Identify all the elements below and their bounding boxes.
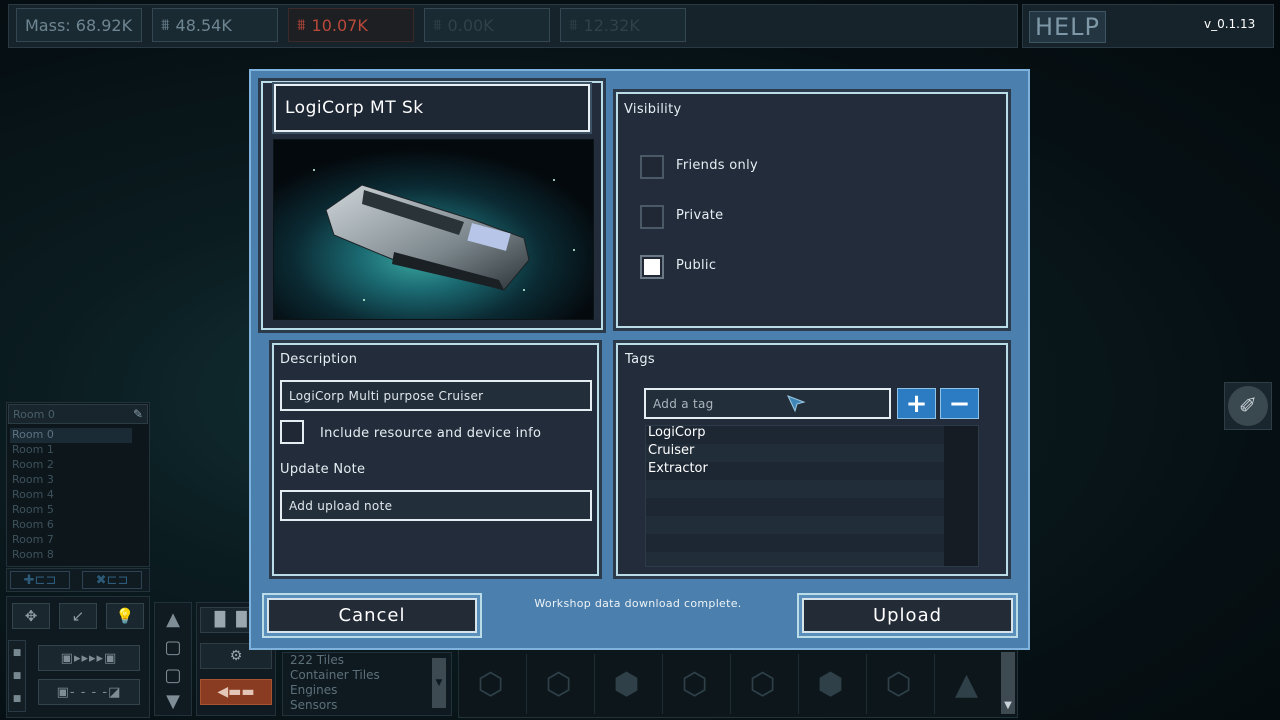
list-item[interactable]: Sensors bbox=[283, 698, 451, 713]
room-list-item[interactable]: Room 3 bbox=[10, 473, 146, 488]
status-message: Workshop data download complete. bbox=[534, 597, 742, 610]
upload-button[interactable]: Upload bbox=[802, 598, 1013, 633]
scroll-down-icon[interactable]: ▼ bbox=[158, 689, 188, 713]
resource-readout-1: ⩩ 48.54K bbox=[152, 8, 278, 42]
private-checkbox[interactable] bbox=[640, 205, 664, 229]
room-list-item[interactable]: Room 0 bbox=[10, 428, 132, 443]
room-list-item[interactable]: Room 8 bbox=[10, 548, 146, 563]
list-item[interactable]: 222 Tiles bbox=[283, 653, 451, 668]
list-item[interactable]: Container Tiles bbox=[283, 668, 451, 683]
ore-icon: ⩩ bbox=[161, 15, 170, 34]
scroll-up-icon[interactable]: ▲ bbox=[158, 607, 188, 631]
rotate-tool-icon[interactable]: ↙ bbox=[59, 603, 97, 629]
description-field[interactable]: LogiCorp Multi purpose Cruiser bbox=[280, 380, 592, 411]
side-toggle-icon[interactable]: ■ ■ ■ bbox=[8, 640, 26, 712]
room-list-item[interactable]: Room 6 bbox=[10, 518, 146, 533]
friends-only-label: Friends only bbox=[676, 158, 758, 173]
tag-list-scrollbar[interactable] bbox=[944, 426, 978, 566]
resource-readout-3: ⩩ 0.00K bbox=[424, 8, 550, 42]
tile-cube-icon[interactable]: ⬡ bbox=[866, 654, 930, 714]
resource-value-1: 48.54K bbox=[175, 15, 232, 35]
description-panel bbox=[272, 343, 599, 576]
resource-readout-2: ⩩ 10.07K bbox=[288, 8, 414, 42]
resource-value-3: 0.00K bbox=[447, 15, 494, 35]
checkbox-fill bbox=[644, 259, 660, 275]
ship-preview-image bbox=[273, 139, 594, 320]
tag-item[interactable]: Extractor bbox=[648, 461, 708, 476]
mass-readout: Mass: 68.92K bbox=[16, 8, 142, 42]
public-checkbox[interactable] bbox=[640, 255, 664, 279]
frame-icon[interactable]: ▢ bbox=[158, 663, 188, 687]
description-title: Description bbox=[280, 352, 358, 367]
cursor-glyph bbox=[787, 395, 806, 413]
resource-value-2: 10.07K bbox=[311, 15, 368, 35]
list-scrollbar[interactable]: ▼ bbox=[432, 658, 446, 708]
friends-only-checkbox[interactable] bbox=[640, 155, 664, 179]
grid-scrollbar[interactable]: ▼ bbox=[1001, 652, 1015, 714]
include-info-checkbox[interactable] bbox=[280, 420, 304, 444]
tags-title: Tags bbox=[625, 352, 655, 367]
ore-icon: ⩩ bbox=[433, 15, 442, 34]
room-name-field[interactable]: Room 0 bbox=[8, 404, 148, 424]
frame-icon[interactable]: ▢ bbox=[158, 635, 188, 659]
ship-name-field[interactable]: LogiCorp MT Sk bbox=[274, 84, 590, 132]
tile-cube-icon[interactable]: ⬡ bbox=[730, 654, 794, 714]
tile-cube-icon[interactable]: ⬢ bbox=[798, 654, 862, 714]
ship-preview-art bbox=[274, 140, 593, 319]
visibility-title: Visibility bbox=[624, 102, 682, 117]
pencil-icon[interactable]: ✎ bbox=[129, 404, 147, 424]
add-tag-button[interactable]: + bbox=[897, 388, 936, 419]
brush-icon[interactable]: ✐ bbox=[1228, 386, 1268, 426]
tile-cube-icon[interactable]: ⬢ bbox=[594, 654, 658, 714]
update-note-title: Update Note bbox=[280, 462, 366, 477]
cursor-icon bbox=[786, 394, 806, 414]
cancel-button[interactable]: Cancel bbox=[267, 598, 477, 633]
move-tool-icon[interactable]: ✥ bbox=[12, 603, 50, 629]
room-list: Room 0 Room 1 Room 2 Room 3 Room 4 Room … bbox=[10, 428, 146, 563]
remove-tag-button[interactable]: − bbox=[940, 388, 979, 419]
tile-category-list: 222 Tiles Container Tiles Engines Sensor… bbox=[282, 652, 452, 716]
public-label: Public bbox=[676, 258, 717, 273]
room-list-item[interactable]: Room 2 bbox=[10, 458, 146, 473]
room-list-item[interactable]: Room 5 bbox=[10, 503, 146, 518]
add-room-button[interactable]: ✚⊏⊐ bbox=[10, 571, 70, 589]
room-list-item[interactable]: Room 7 bbox=[10, 533, 146, 548]
visibility-panel bbox=[616, 92, 1008, 328]
list-item[interactable]: Engines bbox=[283, 683, 451, 698]
remove-room-button[interactable]: ✖⊏⊐ bbox=[82, 571, 142, 589]
tag-list bbox=[645, 425, 979, 567]
ore-icon: ⩩ bbox=[569, 15, 578, 34]
version-label: v_0.1.13 bbox=[1204, 17, 1256, 31]
ore-icon: ⩩ bbox=[297, 15, 306, 34]
link-tool-icon[interactable]: ▣- - - -◪ bbox=[38, 679, 140, 705]
tile-cube-icon[interactable]: ⬡ bbox=[526, 654, 590, 714]
include-info-label: Include resource and device info bbox=[320, 426, 542, 441]
tag-item[interactable]: LogiCorp bbox=[648, 425, 705, 440]
update-note-field[interactable]: Add upload note bbox=[280, 490, 592, 521]
tag-input-placeholder: Add a tag bbox=[653, 396, 714, 411]
tile-cube-icon[interactable]: ⬡ bbox=[458, 654, 522, 714]
resource-readout-4: ⩩ 12.32K bbox=[560, 8, 686, 42]
light-tool-icon[interactable]: 💡 bbox=[106, 603, 144, 629]
tag-input[interactable]: Add a tag bbox=[644, 388, 891, 419]
corridor-tool-icon[interactable]: ▣▸▸▸▸▣ bbox=[38, 645, 140, 671]
tile-cube-icon[interactable]: ▲ bbox=[934, 654, 998, 714]
room-list-item[interactable]: Room 1 bbox=[10, 443, 146, 458]
tile-cube-icon[interactable]: ⬡ bbox=[662, 654, 726, 714]
mass-value: Mass: 68.92K bbox=[25, 15, 133, 35]
room-list-item[interactable]: Room 4 bbox=[10, 488, 146, 503]
weapon-category-icon[interactable]: ◀▬▬ bbox=[200, 679, 272, 705]
private-label: Private bbox=[676, 208, 724, 223]
resource-value-4: 12.32K bbox=[583, 15, 640, 35]
tag-item[interactable]: Cruiser bbox=[648, 443, 694, 458]
navigation-column: ▲ ▢ ▢ ▼ bbox=[154, 602, 192, 716]
help-button[interactable]: HELP bbox=[1029, 11, 1106, 43]
